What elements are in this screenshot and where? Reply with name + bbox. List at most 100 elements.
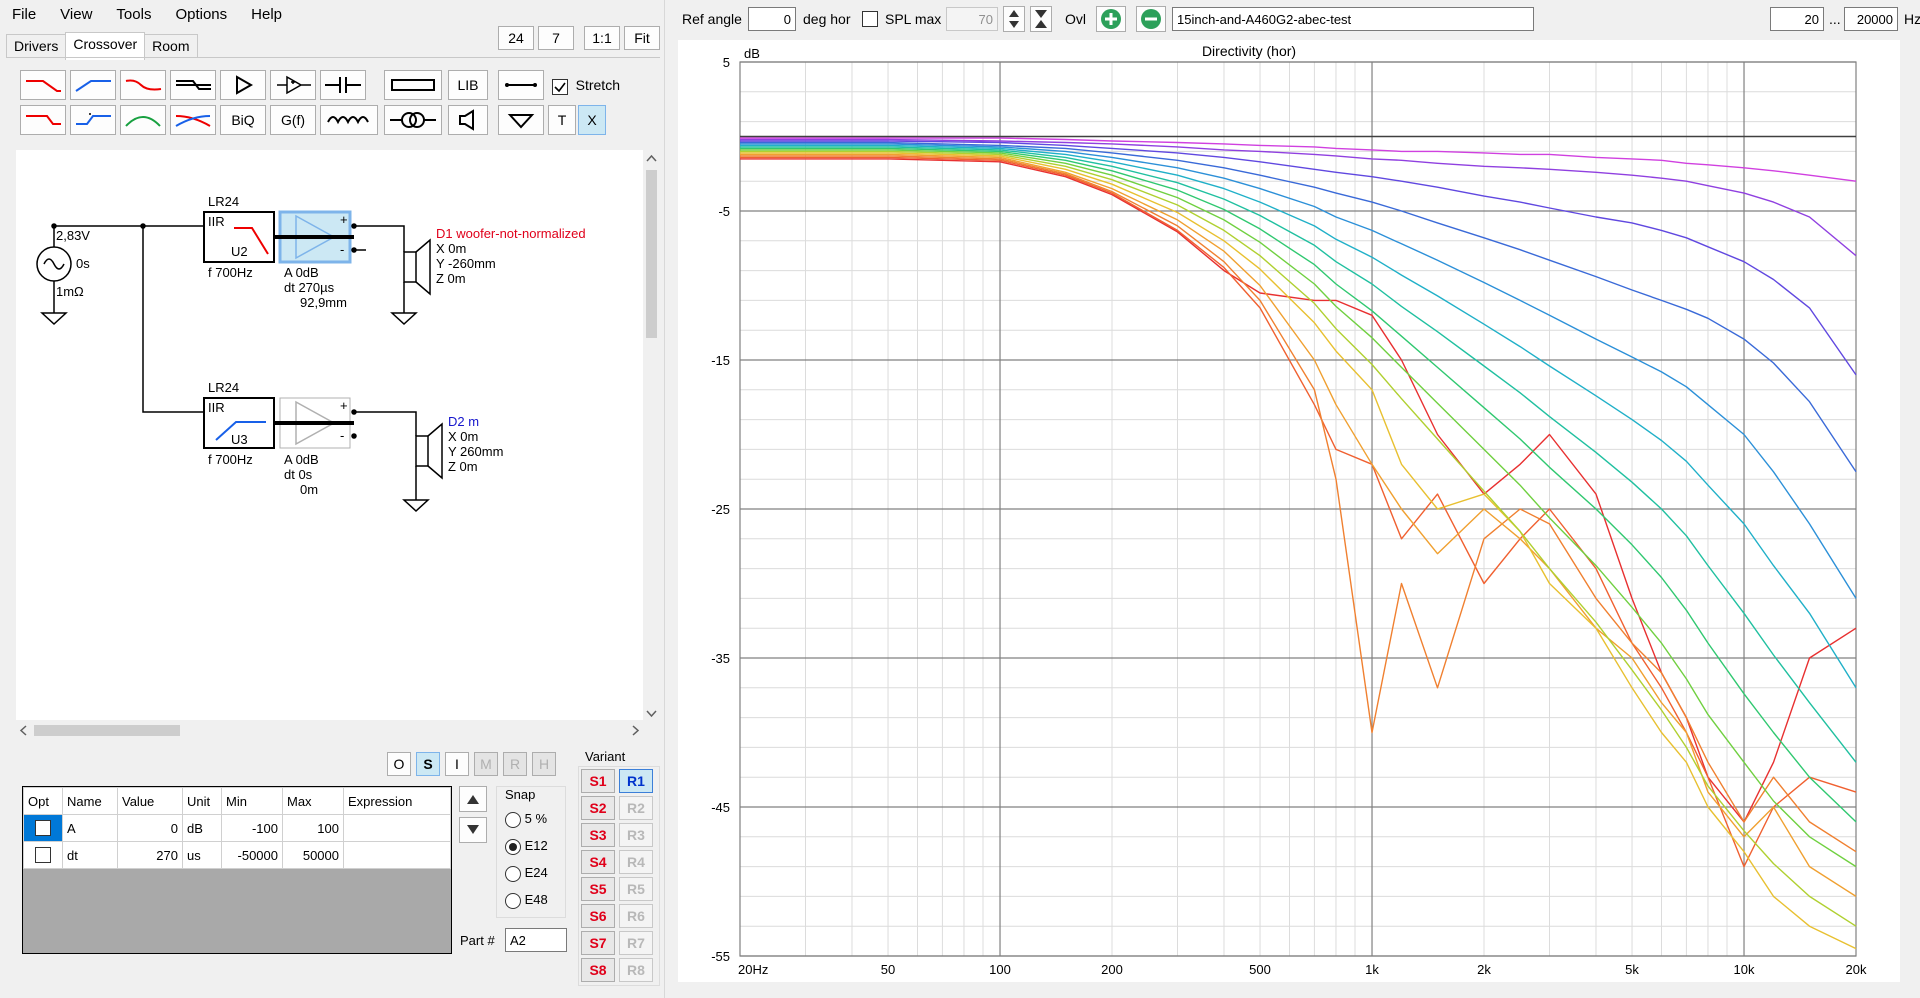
view-i-button[interactable]: I xyxy=(445,752,469,776)
driver1-name[interactable]: D1 woofer-not-normalized xyxy=(436,226,586,241)
amp-button[interactable] xyxy=(220,70,266,100)
tab-room[interactable]: Room xyxy=(144,34,198,58)
delay-button[interactable] xyxy=(270,70,316,100)
name-cell[interactable]: A xyxy=(62,814,118,842)
variant-s5-button[interactable]: S5 xyxy=(581,877,615,901)
snap-option-e48[interactable]: E48 xyxy=(505,892,548,909)
zoom-fit-button[interactable]: Fit xyxy=(624,26,660,50)
move-down-button[interactable] xyxy=(459,817,487,843)
bandpass-button[interactable] xyxy=(120,105,166,135)
variant-r2-button[interactable]: R2 xyxy=(619,796,653,820)
variant-r4-button[interactable]: R4 xyxy=(619,850,653,874)
variant-s4-button[interactable]: S4 xyxy=(581,850,615,874)
variant-s1-button[interactable]: S1 xyxy=(581,769,615,793)
expression-cell[interactable] xyxy=(343,814,451,842)
schematic-hscrollbar[interactable] xyxy=(16,722,643,739)
variant-r7-button[interactable]: R7 xyxy=(619,931,653,955)
table-row[interactable]: dt 270 us -50000 50000 xyxy=(23,841,451,869)
menu-tools[interactable]: Tools xyxy=(104,0,163,30)
menu-options[interactable]: Options xyxy=(163,0,239,30)
overlay-remove-button[interactable] xyxy=(1136,6,1166,32)
variant-s7-button[interactable]: S7 xyxy=(581,931,615,955)
zoom-b-field[interactable]: 7 xyxy=(538,26,574,50)
variant-r8-button[interactable]: R8 xyxy=(619,958,653,982)
name-cell[interactable]: dt xyxy=(62,841,118,869)
driver2-name[interactable]: D2 m xyxy=(448,414,479,429)
min-cell[interactable]: -50000 xyxy=(221,841,283,869)
variant-s8-button[interactable]: S8 xyxy=(581,958,615,982)
view-o-button[interactable]: O xyxy=(387,752,411,776)
value-cell[interactable]: 270 xyxy=(117,841,183,869)
triangle-up-icon xyxy=(467,795,479,804)
max-cell[interactable]: 50000 xyxy=(282,841,344,869)
gf-button[interactable]: G(f) xyxy=(270,105,316,135)
speaker-button[interactable] xyxy=(448,105,488,135)
lowpass-red-button[interactable] xyxy=(20,70,66,100)
spl-spin-button[interactable] xyxy=(1003,6,1025,32)
resistor-button[interactable] xyxy=(384,70,442,100)
spl-range-button[interactable] xyxy=(1030,6,1052,32)
table-row[interactable]: A 0 dB -100 100 xyxy=(23,814,451,842)
zoom-1to1-button[interactable]: 1:1 xyxy=(584,26,620,50)
parameter-table[interactable]: Opt Name Value Unit Min Max Expression A… xyxy=(22,786,452,954)
snap-option-e12[interactable]: E12 xyxy=(505,838,548,855)
transformer-button[interactable] xyxy=(384,105,442,135)
shelf-red-button[interactable] xyxy=(120,70,166,100)
view-r-button[interactable]: R xyxy=(503,752,527,776)
expression-cell[interactable] xyxy=(343,841,451,869)
variant-s2-button[interactable]: S2 xyxy=(581,796,615,820)
directivity-chart[interactable]: 5 -5 -15 -25 -35 -45 -55 20Hz 50 100 200 500 1k 2k 5k 1… xyxy=(678,40,1900,982)
project-name-input[interactable] xyxy=(1172,7,1534,31)
crossover-button[interactable] xyxy=(170,105,216,135)
inductor-button[interactable] xyxy=(320,105,378,135)
spl-max-input[interactable] xyxy=(946,7,998,31)
move-up-button[interactable] xyxy=(459,786,487,812)
tab-drivers[interactable]: Drivers xyxy=(6,34,67,58)
directivity-chart-panel[interactable]: 5 -5 -15 -25 -35 -45 -55 20Hz 50 100 200 500 1k 2k 5k 1… xyxy=(678,40,1900,982)
freq-min-input[interactable] xyxy=(1770,7,1824,31)
variant-r1-button[interactable]: R1 xyxy=(619,769,653,793)
menu-view[interactable]: View xyxy=(48,0,104,30)
view-s-button[interactable]: S xyxy=(416,752,440,776)
highpass-blue-button[interactable] xyxy=(70,70,116,100)
x-button[interactable]: X xyxy=(578,105,606,135)
tab-crossover[interactable]: Crossover xyxy=(65,32,146,60)
min-cell[interactable]: -100 xyxy=(221,814,283,842)
variant-r5-button[interactable]: R5 xyxy=(619,877,653,901)
ref-angle-input[interactable] xyxy=(748,7,796,31)
value-cell[interactable]: 0 xyxy=(117,814,183,842)
opt-cell[interactable] xyxy=(23,841,63,869)
lib-button[interactable]: LIB xyxy=(448,70,488,100)
menu-help[interactable]: Help xyxy=(239,0,294,30)
opt-checkbox[interactable] xyxy=(35,820,51,837)
biq-button[interactable]: BiQ xyxy=(220,105,266,135)
lowpass2-button[interactable] xyxy=(20,105,66,135)
opt-checkbox[interactable] xyxy=(35,847,51,864)
view-h-button[interactable]: H xyxy=(532,752,556,776)
stretch-checkbox[interactable]: Stretch xyxy=(552,77,620,95)
ground-button[interactable] xyxy=(498,105,544,135)
snap-option-5pct[interactable]: 5 % xyxy=(505,811,547,828)
overlay-add-button[interactable] xyxy=(1096,6,1126,32)
snap-option-e24[interactable]: E24 xyxy=(505,865,548,882)
part-input[interactable] xyxy=(505,928,567,952)
opt-cell[interactable] xyxy=(23,814,63,842)
capacitor-button[interactable] xyxy=(320,70,366,100)
zoom-a-field[interactable]: 24 xyxy=(498,26,534,50)
freq-max-input[interactable] xyxy=(1844,7,1898,31)
spl-max-checkbox[interactable] xyxy=(862,10,878,27)
variant-r3-button[interactable]: R3 xyxy=(619,823,653,847)
max-cell[interactable]: 100 xyxy=(282,814,344,842)
schematic-vscrollbar[interactable] xyxy=(643,150,660,722)
variant-s3-button[interactable]: S3 xyxy=(581,823,615,847)
view-m-button[interactable]: M xyxy=(474,752,498,776)
variant-s6-button[interactable]: S6 xyxy=(581,904,615,928)
schematic-canvas[interactable]: 2,83V 0s 1mΩ LR24 IIR U2 f 700Hz A 0dB d… xyxy=(16,150,643,720)
wire-button[interactable] xyxy=(498,70,544,100)
panel-splitter[interactable] xyxy=(664,0,665,998)
variant-r6-button[interactable]: R6 xyxy=(619,904,653,928)
notch-button[interactable] xyxy=(170,70,216,100)
menu-file[interactable]: File xyxy=(0,0,48,30)
text-button[interactable]: T xyxy=(548,105,576,135)
highpass2-button[interactable] xyxy=(70,105,116,135)
